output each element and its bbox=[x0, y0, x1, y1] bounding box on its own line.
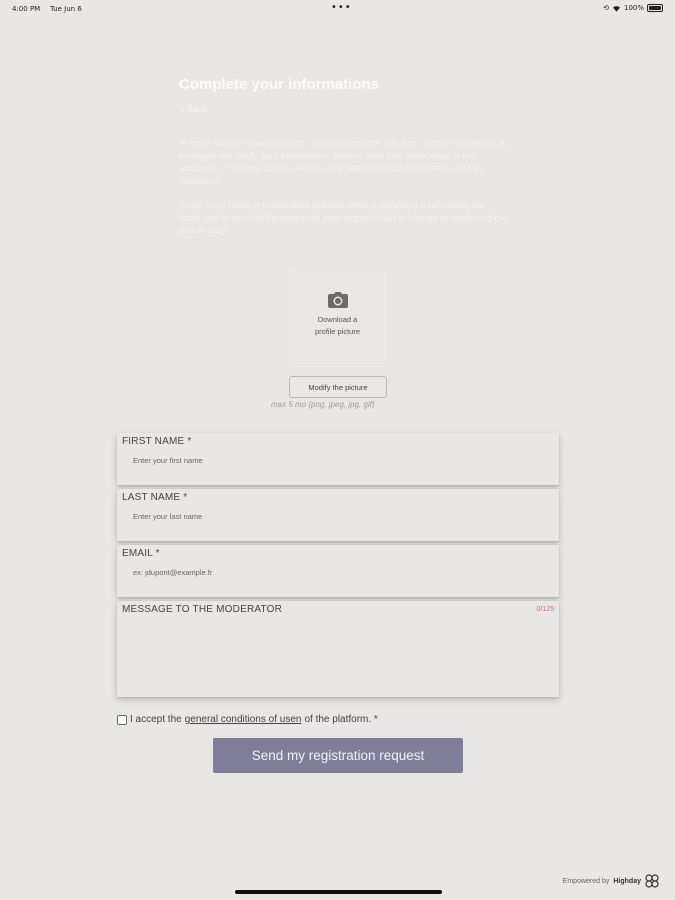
terms-link[interactable]: general conditions of usen bbox=[185, 714, 302, 725]
profile-picture-upload[interactable]: Download a profile picture bbox=[290, 271, 385, 367]
first-name-field[interactable]: FIRST NAME * bbox=[117, 433, 559, 485]
home-indicator[interactable] bbox=[235, 890, 442, 894]
email-field[interactable]: EMAIL * bbox=[117, 545, 559, 597]
footer: Empowered by Highday bbox=[563, 874, 659, 888]
first-name-input[interactable] bbox=[133, 453, 533, 467]
character-counter: 0/125 bbox=[536, 606, 554, 613]
page-title: Complete your informations bbox=[179, 76, 380, 93]
last-name-label: LAST NAME * bbox=[122, 492, 188, 503]
modify-picture-button[interactable]: Modify the picture bbox=[289, 376, 387, 398]
brand-name: Highday bbox=[613, 877, 641, 885]
terms-prefix: I accept the bbox=[130, 714, 182, 725]
last-name-field[interactable]: LAST NAME * bbox=[117, 489, 559, 541]
moderator-message-textarea[interactable] bbox=[133, 621, 533, 691]
powered-by-label: Empowered by bbox=[562, 877, 610, 885]
send-registration-button[interactable]: Send my registration request bbox=[213, 738, 463, 773]
status-right: ⟲ 100% bbox=[603, 4, 663, 12]
battery-icon bbox=[647, 4, 663, 12]
status-bar: 4:00 PM Tue Jun 6 ••• ⟲ 100% bbox=[0, 0, 675, 18]
terms-checkbox[interactable] bbox=[117, 714, 127, 725]
upload-picture-label: Download a profile picture bbox=[314, 315, 361, 336]
file-size-hint: max 5 mo (png, jpeg, jpg, gif) bbox=[271, 400, 375, 409]
highday-logo-icon bbox=[645, 874, 659, 888]
terms-suffix: of the platform. * bbox=[304, 714, 378, 725]
first-name-label: FIRST NAME * bbox=[122, 436, 192, 447]
email-input[interactable] bbox=[133, 565, 533, 579]
multitasking-dots[interactable]: ••• bbox=[331, 2, 352, 13]
status-time: 4:00 PM bbox=[12, 5, 41, 13]
intro-paragraph-2: If you have made a registration request … bbox=[179, 200, 508, 236]
battery-percent: 100% bbox=[623, 4, 644, 12]
orientation-lock-icon: ⟲ bbox=[603, 4, 609, 12]
camera-icon bbox=[327, 292, 348, 308]
email-label: EMAIL * bbox=[122, 548, 160, 559]
intro-paragraph-1: In order to join the application , pleas… bbox=[179, 138, 505, 187]
last-name-input[interactable] bbox=[133, 509, 533, 523]
moderator-message-label: MESSAGE TO THE MODERATOR bbox=[122, 604, 283, 615]
back-link[interactable]: < Back bbox=[179, 104, 207, 114]
status-date: Tue Jun 6 bbox=[50, 5, 82, 13]
terms-row: I accept the general conditions of usen … bbox=[117, 714, 378, 725]
wifi-icon bbox=[612, 5, 620, 12]
moderator-message-field[interactable]: MESSAGE TO THE MODERATOR 0/125 bbox=[117, 601, 559, 697]
